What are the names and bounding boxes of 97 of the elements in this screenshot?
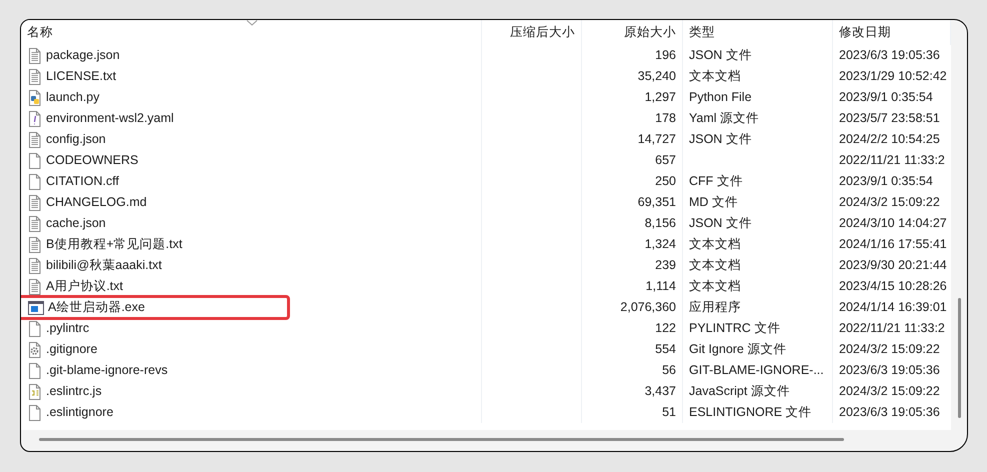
- column-header[interactable]: 原始大小: [582, 20, 683, 45]
- application-icon: [28, 300, 44, 314]
- file-name: CHANGELOG.md: [46, 194, 147, 212]
- file-name: launch.py: [46, 89, 100, 106]
- modified-date: 2024/3/2 15:09:22: [839, 341, 940, 358]
- python-file-icon: [28, 90, 42, 106]
- modified-date: 2024/3/2 15:09:22: [839, 383, 940, 400]
- file-size: 1,324: [644, 236, 676, 254]
- file-name: package.json: [46, 47, 120, 64]
- horizontal-scrollbar-thumb[interactable]: [39, 438, 844, 441]
- blank-file-icon: [28, 152, 42, 168]
- modified-date: 2023/6/3 19:05:36: [839, 47, 940, 64]
- modified-date: 2024/1/16 17:55:41: [839, 236, 947, 254]
- file-type: Git Ignore 源文件: [689, 341, 786, 358]
- file-name: .eslintrc.js: [46, 383, 102, 400]
- file-name: .gitignore: [46, 341, 98, 358]
- blank-file-icon: [28, 362, 42, 378]
- blank-file-icon: [28, 174, 42, 190]
- text-file-icon: [28, 236, 42, 252]
- column-header[interactable]: 类型: [683, 20, 833, 45]
- modified-date: 2023/1/29 10:52:42: [839, 68, 947, 86]
- file-name: environment-wsl2.yaml: [46, 110, 174, 128]
- sort-chevron-icon: [246, 20, 258, 26]
- file-size: 8,156: [644, 215, 676, 232]
- file-type: GIT-BLAME-IGNORE-...: [689, 362, 824, 380]
- modified-date: 2024/3/2 15:09:22: [839, 194, 940, 212]
- text-file-icon: [28, 68, 42, 84]
- file-type: 文本文档: [689, 278, 741, 296]
- modified-date: 2023/4/15 10:28:26: [839, 278, 947, 296]
- text-file-icon: [28, 258, 42, 274]
- column-header[interactable]: 修改日期: [833, 20, 951, 45]
- file-size: 35,240: [638, 68, 676, 86]
- modified-date: 2022/11/21 11:33:2: [839, 152, 945, 170]
- file-type: CFF 文件: [689, 173, 743, 190]
- file-type: MD 文件: [689, 194, 738, 212]
- file-name: CODEOWNERS: [46, 152, 138, 170]
- file-size: 178: [655, 110, 676, 128]
- file-name: A用户协议.txt: [46, 278, 124, 296]
- file-name: .pylintrc: [46, 320, 90, 338]
- file-size: 69,351: [638, 194, 676, 212]
- file-size: 1,114: [646, 278, 676, 296]
- file-size: 3,437: [644, 383, 676, 400]
- text-file-icon: [28, 48, 42, 64]
- file-type: JavaScript 源文件: [689, 383, 790, 400]
- js-file-icon: [28, 384, 42, 400]
- file-type: Yaml 源文件: [689, 110, 760, 128]
- file-type: JSON 文件: [689, 47, 752, 64]
- file-name: bilibili@秋葉aaaki.txt: [46, 257, 162, 274]
- file-size: 56: [662, 362, 676, 380]
- modified-date: 2024/2/2 10:54:25: [839, 131, 940, 148]
- file-size: 250: [655, 173, 676, 190]
- file-size: 196: [655, 47, 676, 64]
- file-type: 文本文档: [689, 68, 741, 86]
- modified-date: 2024/1/14 16:39:01: [839, 299, 947, 316]
- file-size: 554: [655, 341, 676, 358]
- file-name: .git-blame-ignore-revs: [46, 362, 168, 380]
- vertical-scrollbar-thumb[interactable]: [958, 298, 961, 418]
- file-type: 应用程序: [689, 299, 741, 316]
- file-type: ESLINTIGNORE 文件: [689, 404, 812, 422]
- blank-file-icon: [28, 404, 42, 420]
- modified-date: 2023/6/3 19:05:36: [839, 362, 940, 380]
- file-size: 1,297: [644, 89, 676, 106]
- column-header[interactable]: 名称: [21, 20, 482, 45]
- file-size: 657: [655, 152, 676, 170]
- file-type: JSON 文件: [689, 131, 752, 148]
- file-name: LICENSE.txt: [46, 68, 116, 86]
- file-size: 122: [655, 320, 676, 338]
- text-file-icon: [28, 216, 42, 232]
- column-header[interactable]: 压缩后大小: [482, 20, 582, 45]
- modified-date: 2023/6/3 19:05:36: [839, 404, 940, 422]
- modified-date: 2023/5/7 23:58:51: [839, 110, 940, 128]
- file-size: 14,727: [638, 131, 676, 148]
- file-name: .eslintignore: [46, 404, 114, 422]
- file-size: 239: [655, 257, 676, 274]
- file-type: Python File: [689, 89, 752, 106]
- yaml-file-icon: [28, 110, 42, 126]
- file-size: 2,076,360: [620, 299, 676, 316]
- file-type: PYLINTRC 文件: [689, 320, 780, 338]
- modified-date: 2023/9/1 0:35:54: [839, 173, 933, 190]
- file-name: A绘世启动器.exe: [48, 299, 145, 316]
- modified-date: 2023/9/30 20:21:44: [839, 257, 947, 274]
- modified-date: 2022/11/21 11:33:2: [839, 320, 945, 338]
- file-name: cache.json: [46, 215, 106, 232]
- blank-file-icon: [28, 320, 42, 336]
- file-type: 文本文档: [689, 257, 741, 274]
- modified-date: 2024/3/10 14:04:27: [839, 215, 947, 232]
- file-type: 文本文档: [689, 236, 741, 254]
- text-file-icon: [28, 278, 42, 294]
- file-name: CITATION.cff: [46, 173, 119, 190]
- modified-date: 2023/9/1 0:35:54: [839, 89, 933, 106]
- text-file-icon: [28, 194, 42, 210]
- gear-file-icon: [28, 342, 42, 358]
- file-name: config.json: [46, 131, 106, 148]
- text-file-icon: [28, 132, 42, 148]
- file-size: 51: [662, 404, 676, 422]
- file-name: B使用教程+常见问题.txt: [46, 236, 182, 254]
- file-type: JSON 文件: [689, 215, 752, 232]
